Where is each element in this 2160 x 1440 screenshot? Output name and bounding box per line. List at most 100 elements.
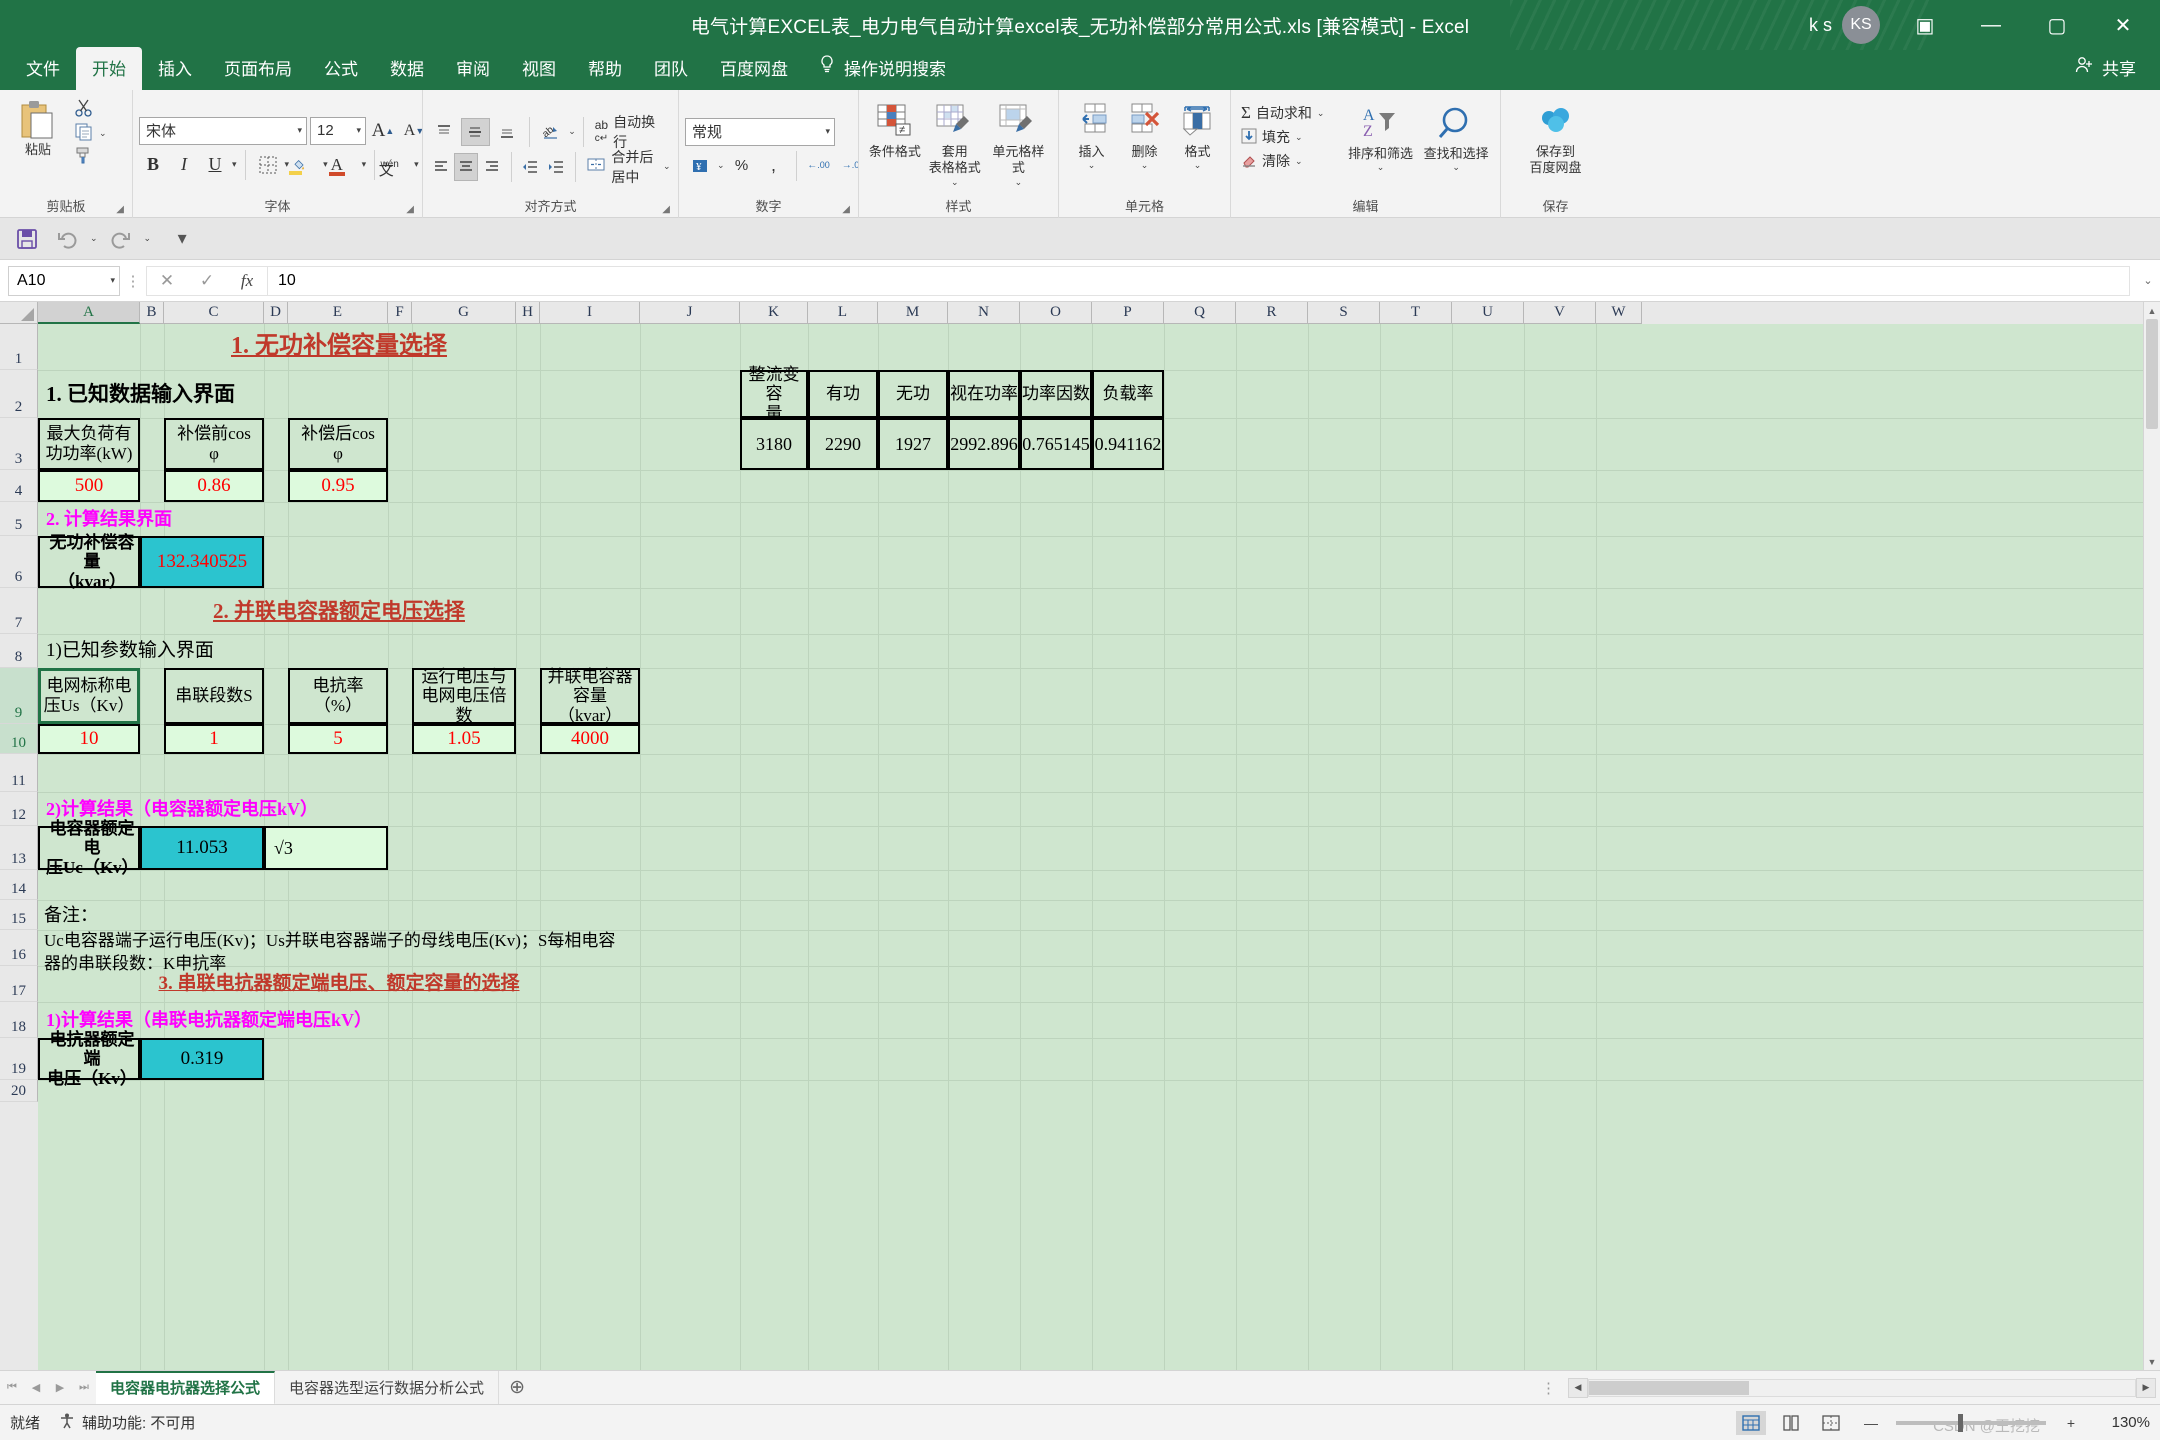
vertical-scrollbar[interactable]: ▲ ▼: [2143, 302, 2160, 1370]
row-header-13[interactable]: 13: [0, 826, 38, 870]
cell-rt-value-3[interactable]: 2992.896: [948, 418, 1020, 470]
delete-cells-button[interactable]: 删除 ⌄: [1118, 96, 1171, 176]
autosum-button[interactable]: Σ 自动求和 ⌄: [1237, 102, 1343, 124]
cell-rt-header-5[interactable]: 负载率: [1092, 370, 1164, 418]
cell-value-series-count[interactable]: 1: [164, 724, 264, 754]
expand-formula-bar-icon[interactable]: ⌄: [2136, 274, 2160, 287]
cell-title-capacitor-voltage[interactable]: 2. 并联电容器额定电压选择: [38, 588, 640, 634]
cell-header-reactive-capacity[interactable]: 无功补偿容量 （kvar）: [38, 533, 140, 591]
save-quick-button[interactable]: [10, 224, 44, 254]
row-header-14[interactable]: 14: [0, 870, 38, 900]
column-header-J[interactable]: J: [640, 302, 740, 324]
insert-caret-icon[interactable]: ⌄: [1088, 160, 1096, 171]
font-dialog-launcher[interactable]: ◢: [406, 204, 414, 215]
number-dialog-launcher[interactable]: ◢: [842, 204, 850, 215]
number-format-select[interactable]: 常规 ▾: [685, 117, 835, 146]
row-header-1[interactable]: 1: [0, 324, 38, 370]
format-painter-button[interactable]: [70, 146, 111, 168]
orientation-caret-icon[interactable]: ⌄: [568, 126, 576, 137]
cell-value-reactor-voltage[interactable]: 0.319: [140, 1038, 264, 1080]
cell-header-cos-after[interactable]: 补偿后cos φ: [288, 418, 388, 470]
number-format-chevron-down-icon[interactable]: ▾: [825, 126, 830, 137]
cell-value-uc[interactable]: 11.053: [140, 826, 264, 870]
zoom-level-label[interactable]: 130%: [2096, 1414, 2150, 1431]
cell-note-label[interactable]: 备注：: [38, 900, 288, 930]
cell-rt-header-2[interactable]: 无功: [878, 370, 948, 418]
column-header-B[interactable]: B: [140, 302, 164, 324]
insert-cells-button[interactable]: 插入 ⌄: [1065, 96, 1118, 176]
last-sheet-button[interactable]: ⏭: [72, 1381, 96, 1394]
tab-page-layout[interactable]: 页面布局: [208, 47, 308, 90]
row-header-7[interactable]: 7: [0, 588, 38, 634]
avatar[interactable]: KS: [1842, 6, 1880, 44]
column-header-U[interactable]: U: [1452, 302, 1524, 324]
minimize-button[interactable]: —: [1958, 0, 2024, 50]
row-header-11[interactable]: 11: [0, 754, 38, 792]
cell-header-grid-voltage[interactable]: 电网标称电 压Us（Kv）: [38, 668, 140, 724]
row-header-18[interactable]: 18: [0, 1002, 38, 1038]
currency-caret-icon[interactable]: ⌄: [717, 160, 725, 171]
row-header-5[interactable]: 5: [0, 502, 38, 536]
column-header-F[interactable]: F: [388, 302, 412, 324]
cell-header-max-load-power[interactable]: 最大负荷有 功功率(kW): [38, 418, 140, 470]
cell-rt-header-0[interactable]: 整流变容 量: [740, 365, 808, 423]
wrap-text-button[interactable]: ab c↵ 自动换行: [591, 114, 672, 150]
cell-styles-button[interactable]: 单元格样式 ⌄: [985, 96, 1052, 192]
percent-button[interactable]: %: [727, 152, 757, 180]
user-name[interactable]: k s: [1799, 15, 1842, 36]
row-header-17[interactable]: 17: [0, 966, 38, 1002]
cancel-formula-icon[interactable]: ✕: [147, 271, 187, 291]
underline-caret-icon[interactable]: ▾: [232, 159, 237, 170]
row-header-2[interactable]: 2: [0, 370, 38, 418]
underline-button[interactable]: U: [201, 151, 229, 179]
row-header-20[interactable]: 20: [0, 1080, 38, 1102]
cell-header-reactance-rate[interactable]: 电抗率 （%）: [288, 668, 388, 724]
row-header-16[interactable]: 16: [0, 930, 38, 966]
column-header-P[interactable]: P: [1092, 302, 1164, 324]
cell-section-known-params[interactable]: 1)已知参数输入界面: [38, 634, 388, 668]
cell-value-cos-before[interactable]: 0.86: [164, 470, 264, 502]
align-left-button[interactable]: [429, 153, 452, 181]
orientation-button[interactable]: ab: [537, 118, 567, 146]
share-button[interactable]: 共享: [2050, 47, 2160, 90]
column-header-S[interactable]: S: [1308, 302, 1380, 324]
align-right-button[interactable]: [480, 153, 503, 181]
zoom-out-button[interactable]: —: [1856, 1411, 1886, 1435]
borders-caret-icon[interactable]: ▾: [285, 159, 290, 170]
fill-caret-icon-2[interactable]: ⌄: [1295, 132, 1303, 143]
sheet-tab-dots[interactable]: ⋮: [1529, 1379, 1568, 1397]
tab-formulas[interactable]: 公式: [308, 47, 374, 90]
cell-rt-value-2[interactable]: 1927: [878, 418, 948, 470]
insert-function-icon[interactable]: fx: [227, 271, 267, 291]
chevron-down-icon[interactable]: ▾: [297, 125, 302, 136]
select-all-button[interactable]: [0, 302, 38, 324]
copy-caret-icon[interactable]: ⌄: [99, 128, 107, 139]
page-layout-view-button[interactable]: [1776, 1411, 1806, 1435]
column-header-A[interactable]: A: [38, 302, 140, 324]
cell-value-reactance-rate[interactable]: 5: [288, 724, 388, 754]
grow-font-button[interactable]: A ▲: [369, 117, 397, 145]
row-header-19[interactable]: 19: [0, 1038, 38, 1080]
row-header-4[interactable]: 4: [0, 470, 38, 502]
name-box[interactable]: A10 ▾: [8, 265, 120, 296]
merge-center-button[interactable]: 合并后居中 ⌄: [582, 149, 674, 185]
font-size-chevron-down-icon[interactable]: ▾: [356, 125, 361, 136]
normal-view-button[interactable]: [1736, 1410, 1766, 1435]
italic-button[interactable]: I: [170, 151, 198, 179]
tab-view[interactable]: 视图: [506, 47, 572, 90]
cell-section-input-interface[interactable]: 1. 已知数据输入界面: [38, 370, 388, 418]
row-header-3[interactable]: 3: [0, 418, 38, 470]
column-header-M[interactable]: M: [878, 302, 948, 324]
sheet-tab-2[interactable]: 电容器选型运行数据分析公式: [275, 1370, 500, 1405]
cell-title-reactive-capacity[interactable]: 1. 无功补偿容量选择: [38, 324, 640, 370]
cell-value-grid-voltage[interactable]: 10: [38, 724, 140, 754]
cell-section-result-interface[interactable]: 2. 计算结果界面: [38, 502, 288, 536]
cell-header-series-count[interactable]: 串联段数S: [164, 668, 264, 724]
zoom-in-button[interactable]: +: [2056, 1411, 2086, 1435]
cell-rt-value-1[interactable]: 2290: [808, 418, 878, 470]
ribbon-display-options-button[interactable]: ▣: [1892, 0, 1958, 50]
increase-indent-button[interactable]: [544, 153, 567, 181]
cell-styles-caret-icon[interactable]: ⌄: [1015, 177, 1023, 188]
tab-data[interactable]: 数据: [374, 47, 440, 90]
sheet-tab-1[interactable]: 电容器电抗器选择公式: [96, 1370, 276, 1405]
